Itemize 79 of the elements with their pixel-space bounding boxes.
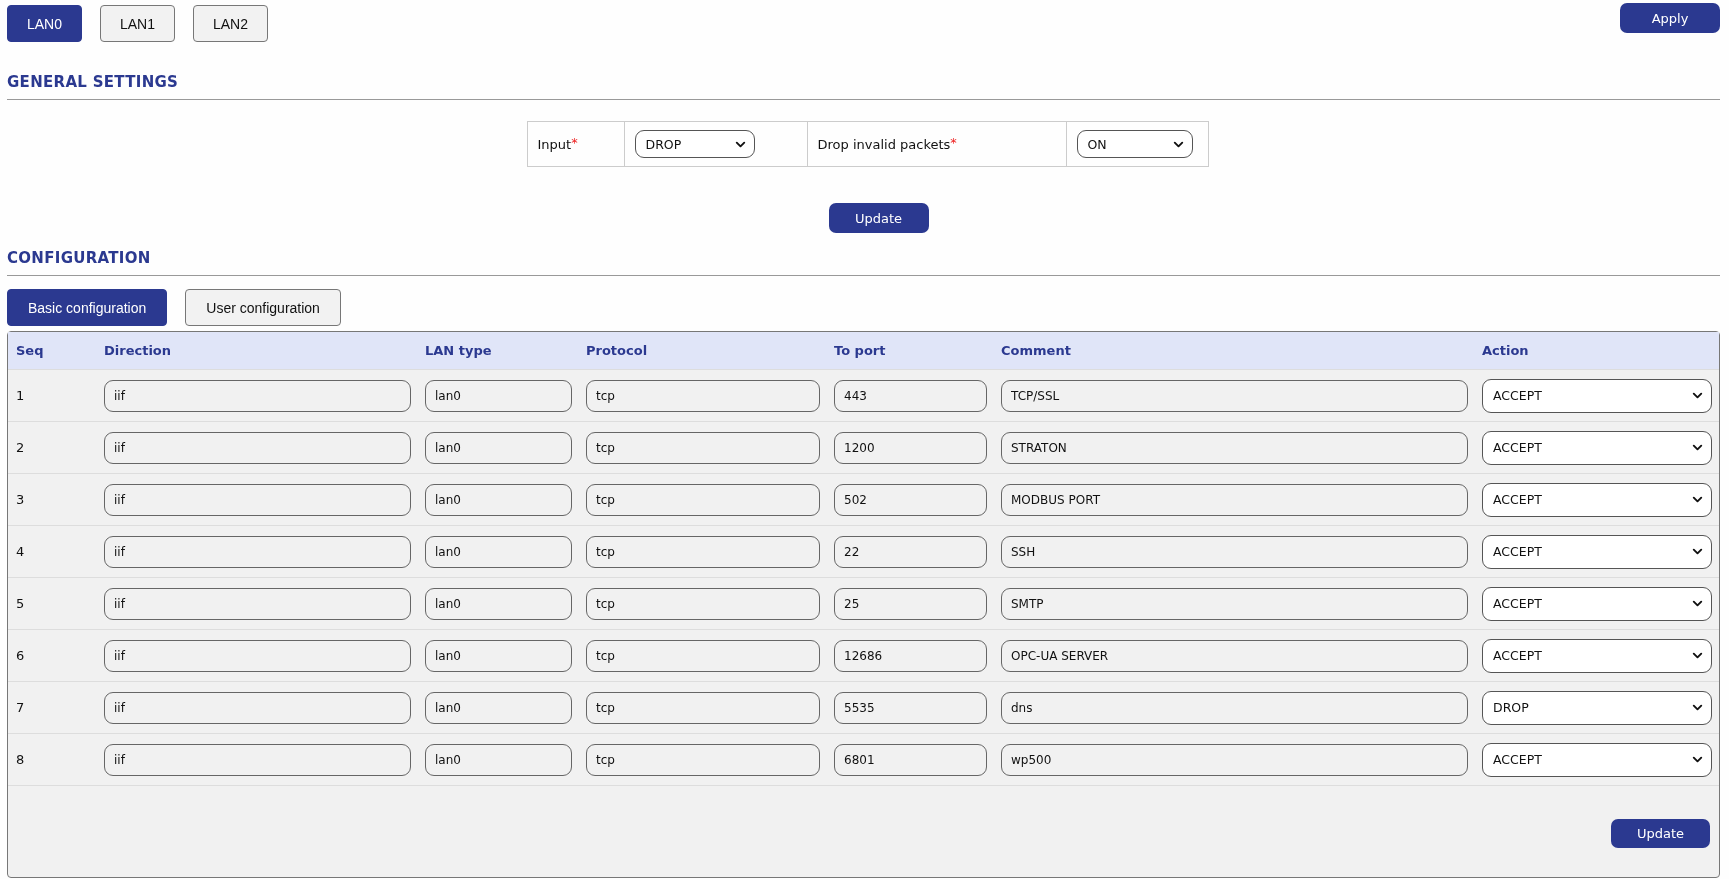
input-field[interactable]: iif xyxy=(104,639,411,672)
input-field[interactable]: TCP/SSL xyxy=(1001,379,1468,412)
section-heading: GENERAL SETTINGS xyxy=(7,73,1720,100)
input-field[interactable]: tcp xyxy=(586,743,820,776)
column-header: To port xyxy=(834,343,887,358)
input-field[interactable]: tcp xyxy=(586,379,820,412)
column-header: LAN type xyxy=(425,343,493,358)
input-field[interactable]: wp500 xyxy=(1001,743,1468,776)
input-field[interactable]: lan0 xyxy=(425,535,572,568)
input-field[interactable]: OPC-UA SERVER xyxy=(1001,639,1468,672)
action-select[interactable]: ACCEPT xyxy=(1482,586,1712,621)
column-header: Protocol xyxy=(586,343,649,358)
action-select[interactable]: DROP xyxy=(1482,690,1712,725)
input-field[interactable]: 443 xyxy=(834,379,987,412)
input-field[interactable]: iif xyxy=(104,691,411,724)
input-field[interactable]: iif xyxy=(104,535,411,568)
update-button[interactable]: Update xyxy=(828,203,929,233)
required-mark: * xyxy=(571,135,578,150)
input-field[interactable]: tcp xyxy=(586,587,820,620)
action-select[interactable]: ACCEPT xyxy=(1482,638,1712,673)
action-select[interactable]: ACCEPT xyxy=(1482,534,1712,569)
input-field[interactable]: lan0 xyxy=(425,691,572,724)
seq-cell-text: 1 xyxy=(16,388,26,403)
column-header: Comment xyxy=(1001,343,1072,358)
lan-tab[interactable]: LAN0 xyxy=(7,5,82,42)
input-field[interactable]: dns xyxy=(1001,691,1468,724)
config-tab[interactable]: Basic configuration xyxy=(7,289,168,326)
input-field[interactable]: iif xyxy=(104,379,411,412)
action-select[interactable]: ACCEPT xyxy=(1482,378,1712,413)
input-field[interactable]: MODBUS PORT xyxy=(1001,483,1468,516)
input-field[interactable]: SSH xyxy=(1001,535,1468,568)
input-field[interactable]: 1200 xyxy=(834,431,987,464)
dropdown-select[interactable]: DROP xyxy=(634,130,755,158)
dropdown-select[interactable]: ON xyxy=(1076,130,1193,158)
input-field[interactable]: 5535 xyxy=(834,691,987,724)
column-header: Seq xyxy=(16,343,45,358)
seq-cell-text: 2 xyxy=(16,440,26,455)
apply-button[interactable]: Apply xyxy=(1620,3,1720,33)
input-field[interactable]: iif xyxy=(104,743,411,776)
input-field[interactable]: lan0 xyxy=(425,431,572,464)
input-field[interactable]: tcp xyxy=(586,639,820,672)
input-field[interactable]: lan0 xyxy=(425,743,572,776)
input-field[interactable]: SMTP xyxy=(1001,587,1468,620)
action-select[interactable]: ACCEPT xyxy=(1482,742,1712,777)
input-field[interactable]: tcp xyxy=(586,483,820,516)
input-field[interactable]: iif xyxy=(104,587,411,620)
column-header: Direction xyxy=(104,343,173,358)
seq-cell-text: 7 xyxy=(16,700,26,715)
input-field[interactable]: STRATON xyxy=(1001,431,1468,464)
section-heading: CONFIGURATION xyxy=(7,249,1720,276)
input-field[interactable]: 22 xyxy=(834,535,987,568)
input-field[interactable]: 502 xyxy=(834,483,987,516)
input-field[interactable]: lan0 xyxy=(425,483,572,516)
input-field[interactable]: 25 xyxy=(834,587,987,620)
seq-cell-text: 4 xyxy=(16,544,26,559)
input-field[interactable]: lan0 xyxy=(425,639,572,672)
action-select[interactable]: ACCEPT xyxy=(1482,482,1712,517)
field-label: Input xyxy=(537,136,572,152)
seq-cell-text: 6 xyxy=(16,648,26,663)
column-header: Action xyxy=(1482,343,1530,358)
input-field[interactable]: 6801 xyxy=(834,743,987,776)
input-field[interactable]: tcp xyxy=(586,691,820,724)
update-button[interactable]: Update xyxy=(1611,819,1710,848)
lan-tab[interactable]: LAN2 xyxy=(193,5,268,42)
input-field[interactable]: lan0 xyxy=(425,379,572,412)
seq-cell-text: 8 xyxy=(16,752,26,767)
input-field[interactable]: lan0 xyxy=(425,587,572,620)
seq-cell-text: 5 xyxy=(16,596,26,611)
seq-cell-text: 3 xyxy=(16,492,26,507)
action-select[interactable]: ACCEPT xyxy=(1482,430,1712,465)
lan-tab[interactable]: LAN1 xyxy=(100,5,175,42)
input-field[interactable]: tcp xyxy=(586,535,820,568)
input-field[interactable]: iif xyxy=(104,431,411,464)
input-field[interactable]: iif xyxy=(104,483,411,516)
input-field[interactable]: 12686 xyxy=(834,639,987,672)
field-label: Drop invalid packets xyxy=(817,136,951,152)
config-tab[interactable]: User configuration xyxy=(185,289,341,326)
required-mark: * xyxy=(950,135,957,150)
input-field[interactable]: tcp xyxy=(586,431,820,464)
